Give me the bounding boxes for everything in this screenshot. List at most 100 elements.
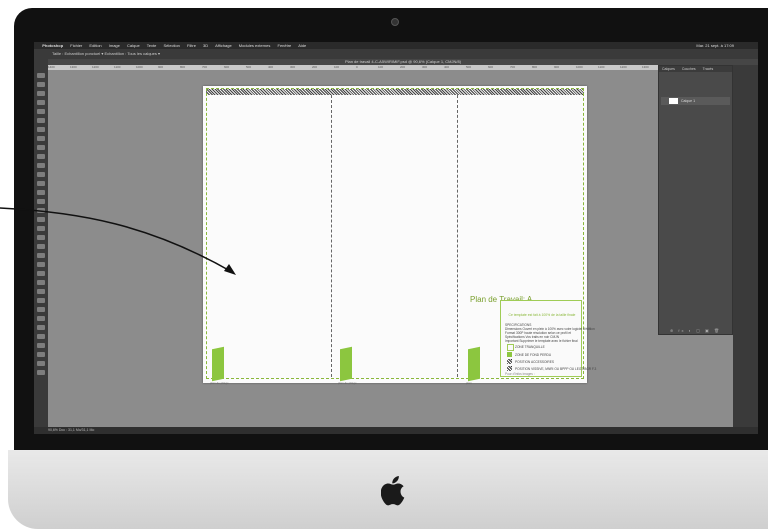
bleed-tab xyxy=(468,346,480,382)
info-heading: Ce template est fait à 100% de la taille… xyxy=(508,313,576,317)
tool-icon[interactable] xyxy=(37,127,45,132)
tool-icon[interactable] xyxy=(37,172,45,177)
ruler-tick: 200 xyxy=(312,65,318,69)
menu-bar: Photoshop Fichier Edition Image Calque T… xyxy=(34,42,758,49)
ruler-tick: 1100 xyxy=(598,65,605,69)
tool-icon[interactable] xyxy=(37,253,45,258)
tool-icon[interactable] xyxy=(37,235,45,240)
info-footer-note: Pour d'infos images : xyxy=(505,372,535,376)
tool-icon[interactable] xyxy=(37,289,45,294)
ruler-tick: 100 xyxy=(334,65,340,69)
tool-icon[interactable] xyxy=(37,73,45,78)
ruler-tick: 400 xyxy=(444,65,450,69)
tool-icon[interactable] xyxy=(37,145,45,150)
ruler-tick: 500 xyxy=(246,65,252,69)
options-bar-text[interactable]: Taille : Echantillon ponctuel ▾ Echantil… xyxy=(52,51,160,56)
tool-icon[interactable] xyxy=(37,244,45,249)
ruler-tick: 100 xyxy=(378,65,384,69)
tab-couches[interactable]: Couches xyxy=(682,67,696,71)
menu-item-aide[interactable]: Aide xyxy=(298,43,306,48)
menu-item-edition[interactable]: Edition xyxy=(89,43,101,48)
menu-item-3d[interactable]: 3D xyxy=(203,43,208,48)
ruler-tick: 600 xyxy=(488,65,494,69)
menu-item-calque[interactable]: Calque xyxy=(127,43,140,48)
apple-menu-icon[interactable] xyxy=(34,43,35,48)
menu-item-affichage[interactable]: Affichage xyxy=(215,43,232,48)
tab-calques[interactable]: Calques xyxy=(662,67,675,71)
tool-icon[interactable] xyxy=(37,136,45,141)
tool-icon[interactable] xyxy=(37,109,45,114)
tool-icon[interactable] xyxy=(37,343,45,348)
template-info-box: Ce template est fait à 100% de la taille… xyxy=(500,300,596,377)
ruler-tick: 800 xyxy=(532,65,538,69)
ruler-tick: 1300 xyxy=(70,65,77,69)
menu-item-fenetre[interactable]: Fenêtre xyxy=(278,43,292,48)
ruler-tick: 700 xyxy=(510,65,516,69)
layer-row[interactable]: Calque 1 xyxy=(661,97,730,105)
menu-item-texte[interactable]: Texte xyxy=(147,43,157,48)
screen: Photoshop Fichier Edition Image Calque T… xyxy=(34,42,758,434)
legend-swatch-white xyxy=(507,344,514,351)
ruler-tick: 1200 xyxy=(92,65,99,69)
legend-label: POSITION ACCESSOIRES xyxy=(515,360,554,364)
menu-item-photoshop[interactable]: Photoshop xyxy=(42,43,63,48)
panel-footer: plan xyxy=(466,381,472,385)
menu-item-modules[interactable]: Modules externes xyxy=(239,43,271,48)
tool-icon[interactable] xyxy=(37,280,45,285)
tool-icon[interactable] xyxy=(37,226,45,231)
tools-panel xyxy=(34,59,48,429)
tool-icon[interactable] xyxy=(37,361,45,366)
layers-panel[interactable]: Calques Couches Tracés Calque 1 ⊕ fx ◐ ▢… xyxy=(658,65,733,335)
panel-tabs: Calques Couches Tracés xyxy=(659,66,732,72)
ruler-tick: 700 xyxy=(202,65,208,69)
tool-icon[interactable] xyxy=(37,82,45,87)
tool-icon[interactable] xyxy=(37,307,45,312)
menu-item-selection[interactable]: Sélection xyxy=(163,43,179,48)
ruler-tick: 1000 xyxy=(136,65,143,69)
legend-label: POSITION VISSIVE, MNRI OU BPPP OU LEGTIB… xyxy=(515,367,597,371)
tool-icon[interactable] xyxy=(37,154,45,159)
menu-item-filtre[interactable]: Filtre xyxy=(187,43,196,48)
legend-swatch-checker xyxy=(507,366,512,371)
tool-icon[interactable] xyxy=(37,163,45,168)
tool-icon[interactable] xyxy=(37,325,45,330)
tool-icon[interactable] xyxy=(37,91,45,96)
tool-icon[interactable] xyxy=(37,262,45,267)
ruler-tick: 800 xyxy=(180,65,186,69)
ruler-tick: 500 xyxy=(466,65,472,69)
tool-icon[interactable] xyxy=(37,199,45,204)
info-line: Important Supprimer le template avec le … xyxy=(505,339,578,343)
tool-icon[interactable] xyxy=(37,208,45,213)
ruler-tick: 900 xyxy=(554,65,560,69)
panel-footer: plan de pliage xyxy=(338,381,357,385)
tool-icon[interactable] xyxy=(37,352,45,357)
tool-icon[interactable] xyxy=(37,217,45,222)
tool-icon[interactable] xyxy=(37,190,45,195)
tool-icon[interactable] xyxy=(37,334,45,339)
tool-icon[interactable] xyxy=(37,118,45,123)
ruler-tick: 300 xyxy=(422,65,428,69)
ruler-tick: 1100 xyxy=(114,65,121,69)
tool-icon[interactable] xyxy=(37,298,45,303)
layer-name: Calque 1 xyxy=(681,99,696,103)
fold-line xyxy=(457,95,458,377)
camera xyxy=(391,18,399,26)
tool-icon[interactable] xyxy=(37,181,45,186)
menu-item-image[interactable]: Image xyxy=(109,43,120,48)
ruler-tick: 0 xyxy=(356,65,358,69)
ruler-tick: 1200 xyxy=(620,65,627,69)
tool-icon[interactable] xyxy=(37,271,45,276)
ruler-tick: 1000 xyxy=(576,65,583,69)
tab-traces[interactable]: Tracés xyxy=(703,67,714,71)
ruler-tick: 1400 xyxy=(48,65,55,69)
layer-actions-icons[interactable]: ⊕ fx ◐ ▢ ▣ 🗑 xyxy=(659,328,732,334)
panel-footer: plan de pliage xyxy=(210,381,229,385)
tool-icon[interactable] xyxy=(37,370,45,375)
layer-thumbnail xyxy=(669,98,678,104)
ruler-tick: 400 xyxy=(268,65,274,69)
apple-logo-icon xyxy=(380,476,407,506)
bleed-tab xyxy=(212,346,224,382)
tool-icon[interactable] xyxy=(37,100,45,105)
tool-icon[interactable] xyxy=(37,316,45,321)
menu-item-fichier[interactable]: Fichier xyxy=(70,43,82,48)
